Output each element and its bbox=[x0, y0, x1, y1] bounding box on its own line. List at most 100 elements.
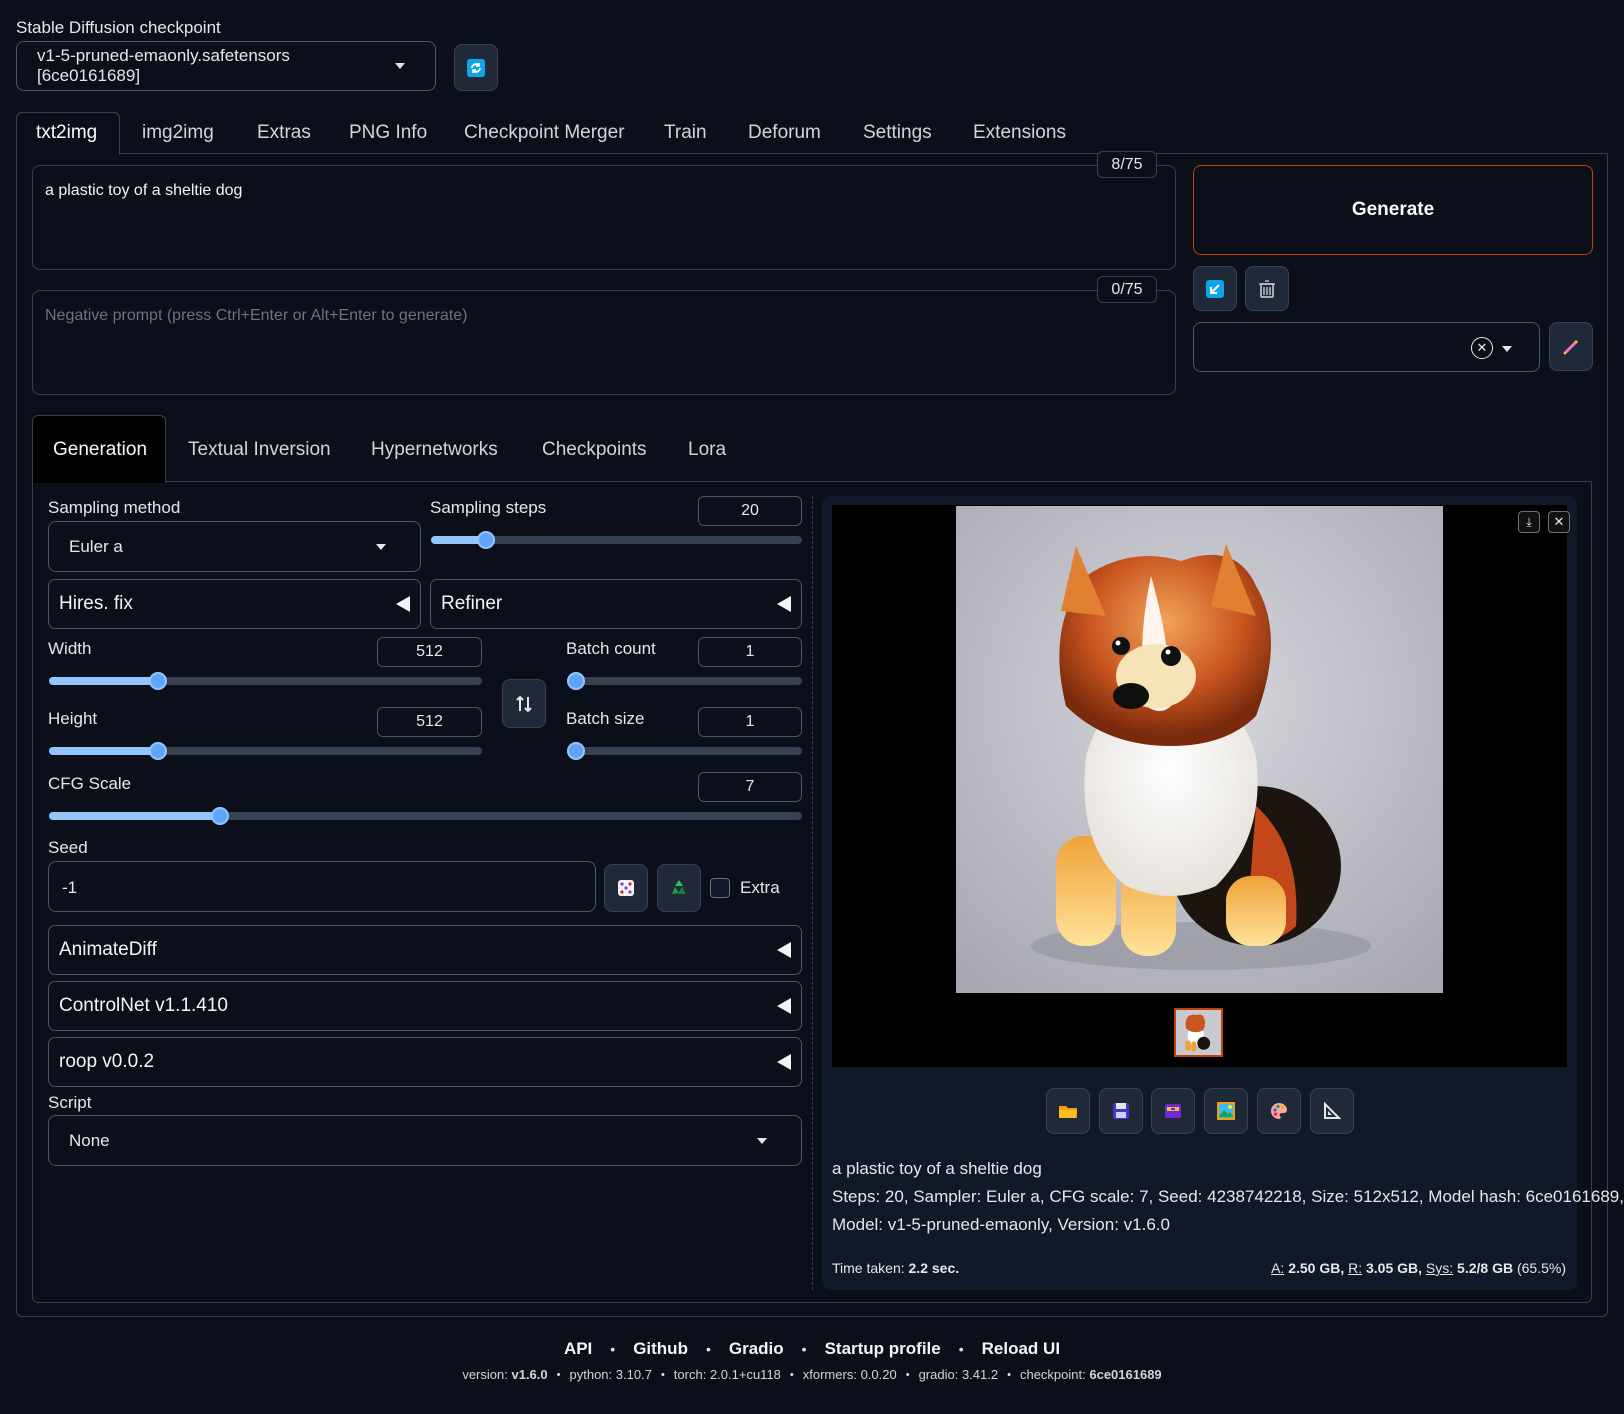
edit-styles-button[interactable] bbox=[1549, 322, 1593, 371]
xformers-value: 0.0.20 bbox=[860, 1367, 897, 1382]
script-dropdown[interactable]: None bbox=[48, 1115, 802, 1166]
footer-link-github[interactable]: Github bbox=[633, 1339, 688, 1359]
footer-link-api[interactable]: API bbox=[564, 1339, 592, 1359]
tab-generation-label[interactable]: Generation bbox=[53, 439, 147, 461]
cfg-scale-slider[interactable] bbox=[49, 807, 802, 825]
height-input[interactable]: 512 bbox=[377, 707, 482, 737]
controlnet-accordion[interactable]: ControlNet v1.1.410 bbox=[48, 981, 802, 1031]
batch-count-input[interactable]: 1 bbox=[698, 637, 802, 667]
tab-textual-inversion[interactable]: Textual Inversion bbox=[188, 439, 331, 461]
picture-icon bbox=[1217, 1102, 1235, 1120]
refresh-checkpoint-button[interactable] bbox=[454, 44, 498, 91]
read-params-button[interactable] bbox=[1193, 266, 1237, 311]
xformers-label: xformers: bbox=[802, 1367, 857, 1382]
footer-separator: • bbox=[705, 1341, 711, 1357]
sampling-steps-label: Sampling steps bbox=[430, 498, 547, 517]
swap-dimensions-button[interactable] bbox=[502, 679, 546, 728]
checkpoint-dropdown[interactable]: v1-5-pruned-emaonly.safetensors [6ce0161… bbox=[16, 41, 436, 91]
slider-thumb[interactable] bbox=[149, 672, 167, 690]
hires-fix-accordion[interactable]: Hires. fix bbox=[48, 579, 421, 629]
tab-checkpoints[interactable]: Checkpoints bbox=[542, 439, 647, 461]
tab-checkpoint-merger[interactable]: Checkpoint Merger bbox=[464, 122, 625, 144]
batch-count-slider[interactable] bbox=[567, 672, 802, 690]
footer-link-startup-profile[interactable]: Startup profile bbox=[825, 1339, 941, 1359]
batch-count-label: Batch count bbox=[566, 639, 656, 658]
send-to-inpaint-button[interactable] bbox=[1257, 1088, 1301, 1134]
footer-link-reload-ui[interactable]: Reload UI bbox=[982, 1339, 1060, 1359]
tab-deforum[interactable]: Deforum bbox=[748, 122, 821, 144]
download-icon[interactable]: ⤓ bbox=[1518, 511, 1540, 533]
slider-fill bbox=[49, 747, 158, 755]
collapse-triangle-icon bbox=[777, 1054, 791, 1070]
footer-link-gradio[interactable]: Gradio bbox=[729, 1339, 784, 1359]
negative-prompt-textarea[interactable]: Negative prompt (press Ctrl+Enter or Alt… bbox=[32, 290, 1176, 395]
tab-extras[interactable]: Extras bbox=[257, 122, 311, 144]
sampling-method-dropdown[interactable]: Euler a bbox=[48, 521, 421, 572]
pencil-icon bbox=[1563, 339, 1579, 355]
clear-prompt-button[interactable] bbox=[1245, 266, 1289, 311]
mem-a-label: A: bbox=[1271, 1260, 1285, 1276]
output-params-line-2: Model: v1-5-pruned-emaonly, Version: v1.… bbox=[832, 1215, 1170, 1234]
gallery-thumbnail[interactable] bbox=[1174, 1008, 1223, 1057]
dice-icon bbox=[618, 880, 634, 896]
prompt-token-counter: 8/75 bbox=[1097, 151, 1157, 178]
prompt-textarea[interactable]: a plastic toy of a sheltie dog bbox=[32, 165, 1176, 270]
cfg-scale-input[interactable]: 7 bbox=[698, 772, 802, 802]
random-seed-button[interactable] bbox=[604, 864, 648, 912]
torch-label: torch: bbox=[673, 1367, 707, 1382]
tab-settings[interactable]: Settings bbox=[863, 122, 932, 144]
tab-txt2img-label[interactable]: txt2img bbox=[36, 122, 97, 144]
footer-separator: • bbox=[1007, 1368, 1011, 1381]
batch-size-slider[interactable] bbox=[567, 742, 802, 760]
send-to-extras-button[interactable] bbox=[1310, 1088, 1354, 1134]
slider-thumb[interactable] bbox=[477, 531, 495, 549]
zip-button[interactable] bbox=[1151, 1088, 1195, 1134]
sheltie-toy-image bbox=[956, 506, 1443, 993]
batch-size-input[interactable]: 1 bbox=[698, 707, 802, 737]
version-value: v1.6.0 bbox=[511, 1367, 548, 1382]
image-gallery: ⤓ ✕ bbox=[832, 505, 1570, 1067]
tab-png-info[interactable]: PNG Info bbox=[349, 122, 427, 144]
column-divider bbox=[812, 496, 813, 1290]
time-taken-label: Time taken: bbox=[832, 1260, 905, 1276]
footer-separator: • bbox=[801, 1341, 807, 1357]
tab-train[interactable]: Train bbox=[664, 122, 707, 144]
slider-thumb[interactable] bbox=[567, 672, 585, 690]
reuse-seed-button[interactable] bbox=[657, 864, 701, 912]
arrow-down-left-icon bbox=[1206, 279, 1224, 298]
save-button[interactable] bbox=[1099, 1088, 1143, 1134]
checkpoint-label: Stable Diffusion checkpoint bbox=[16, 18, 221, 37]
generate-button[interactable]: Generate bbox=[1193, 165, 1593, 255]
tab-extensions[interactable]: Extensions bbox=[973, 122, 1066, 144]
slider-fill bbox=[49, 677, 158, 685]
sampling-steps-slider[interactable] bbox=[431, 531, 802, 549]
height-slider[interactable] bbox=[49, 742, 482, 760]
roop-accordion[interactable]: roop v0.0.2 bbox=[48, 1037, 802, 1087]
close-icon[interactable]: ✕ bbox=[1548, 511, 1570, 533]
footer-separator: • bbox=[610, 1341, 616, 1357]
script-value: None bbox=[69, 1130, 110, 1150]
slider-thumb[interactable] bbox=[567, 742, 585, 760]
animatediff-accordion[interactable]: AnimateDiff bbox=[48, 925, 802, 975]
gradio-label: gradio: bbox=[918, 1367, 959, 1382]
tab-hypernetworks[interactable]: Hypernetworks bbox=[371, 439, 498, 461]
styles-dropdown[interactable]: ✕ bbox=[1193, 322, 1540, 372]
slider-thumb[interactable] bbox=[149, 742, 167, 760]
tab-lora[interactable]: Lora bbox=[688, 439, 726, 461]
clear-icon[interactable]: ✕ bbox=[1471, 337, 1493, 359]
sampling-steps-input[interactable]: 20 bbox=[698, 496, 802, 526]
collapse-triangle-icon bbox=[777, 596, 791, 612]
send-to-img2img-button[interactable] bbox=[1204, 1088, 1248, 1134]
slider-thumb[interactable] bbox=[211, 807, 229, 825]
open-folder-button[interactable] bbox=[1046, 1088, 1090, 1134]
seed-input[interactable]: -1 bbox=[48, 861, 596, 912]
generated-image[interactable] bbox=[956, 506, 1443, 993]
extra-seed-checkbox[interactable] bbox=[710, 878, 730, 898]
chevron-down-icon bbox=[1502, 346, 1512, 352]
mem-sys-value: 5.2/8 GB bbox=[1457, 1260, 1514, 1276]
triangle-ruler-icon bbox=[1324, 1101, 1342, 1119]
width-slider[interactable] bbox=[49, 672, 482, 690]
refiner-accordion[interactable]: Refiner bbox=[430, 579, 802, 629]
tab-img2img[interactable]: img2img bbox=[142, 122, 214, 144]
width-input[interactable]: 512 bbox=[377, 637, 482, 667]
